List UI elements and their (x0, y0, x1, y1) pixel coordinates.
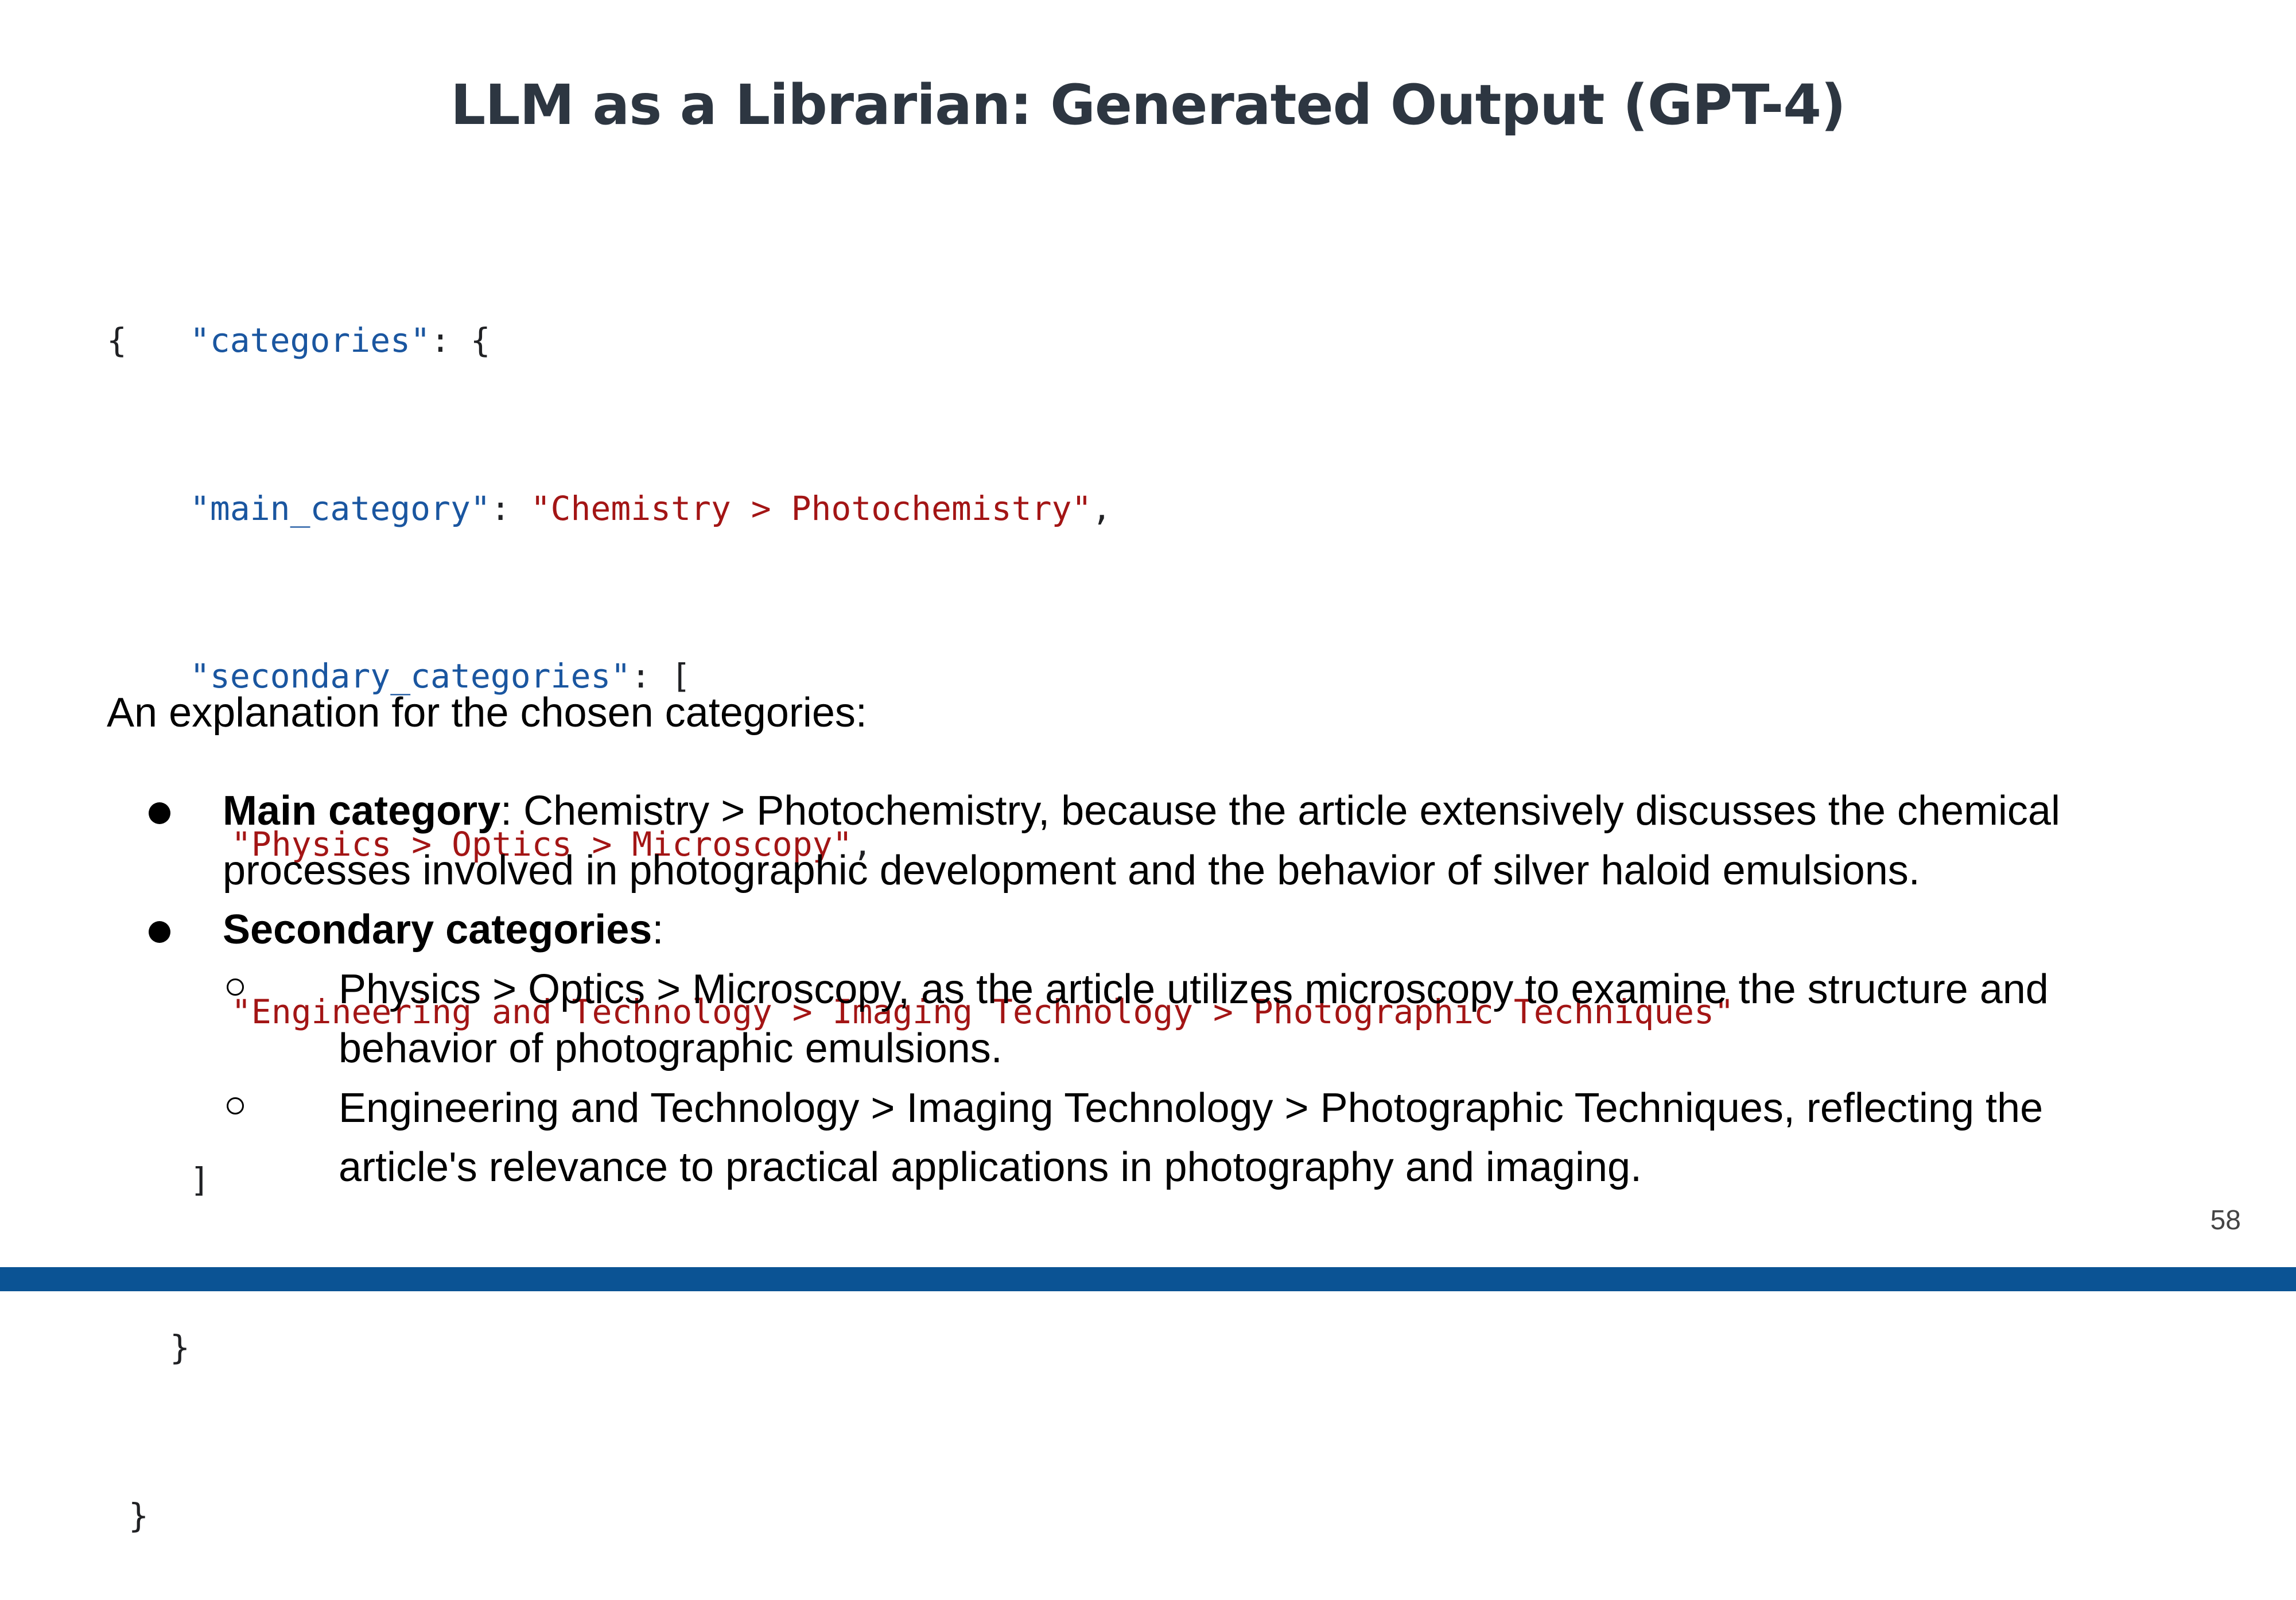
bullet-circle-icon (227, 1097, 244, 1114)
main-category-label: Main category (223, 788, 501, 834)
json-key-main-category: "main_category" (190, 488, 491, 528)
secondary-categories-colon: : (652, 907, 664, 953)
json-comma: , (1091, 488, 1112, 528)
json-colon: : (490, 488, 531, 528)
code-line-7: } (107, 1320, 1734, 1376)
secondary-categories-label: Secondary categories (223, 907, 652, 953)
list-item-main-category: Main category: Chemistry > Photochemistr… (107, 782, 2150, 900)
explanation-intro: An explanation for the chosen categories… (107, 690, 867, 736)
code-line-8: } (107, 1488, 1734, 1544)
json-open-brace: { (107, 321, 127, 360)
explanation-list: Main category: Chemistry > Photochemistr… (107, 782, 2150, 1198)
secondary-categories-sublist: Physics > Optics > Microscopy, as the ar… (223, 960, 2150, 1198)
json-close-inner-brace: } (170, 1328, 190, 1367)
json-key-categories: "categories" (189, 321, 430, 360)
list-item-secondary-categories: Secondary categories: Physics > Optics >… (107, 900, 2150, 1198)
json-close-outer-brace: } (129, 1496, 149, 1535)
bullet-circle-icon (227, 978, 244, 996)
list-item-secondary-1: Physics > Optics > Microscopy, as the ar… (223, 960, 2150, 1079)
footer-bar (0, 1267, 2296, 1291)
json-value-main-category: "Chemistry > Photochemistry" (530, 488, 1092, 528)
secondary-item-text: Engineering and Technology > Imaging Tec… (339, 1085, 2044, 1191)
page-number: 58 (2210, 1205, 2241, 1236)
bullet-disc-icon (149, 802, 170, 824)
slide-title: LLM as a Librarian: Generated Output (GP… (450, 73, 1846, 137)
code-line-2: "main_category": "Chemistry > Photochemi… (107, 481, 1734, 537)
bullet-disc-icon (149, 921, 170, 943)
json-colon-open-brace: : { (430, 321, 491, 360)
secondary-item-text: Physics > Optics > Microscopy, as the ar… (339, 966, 2049, 1072)
code-line-1: { "categories": { (107, 313, 1734, 369)
list-item-secondary-2: Engineering and Technology > Imaging Tec… (223, 1079, 2150, 1198)
